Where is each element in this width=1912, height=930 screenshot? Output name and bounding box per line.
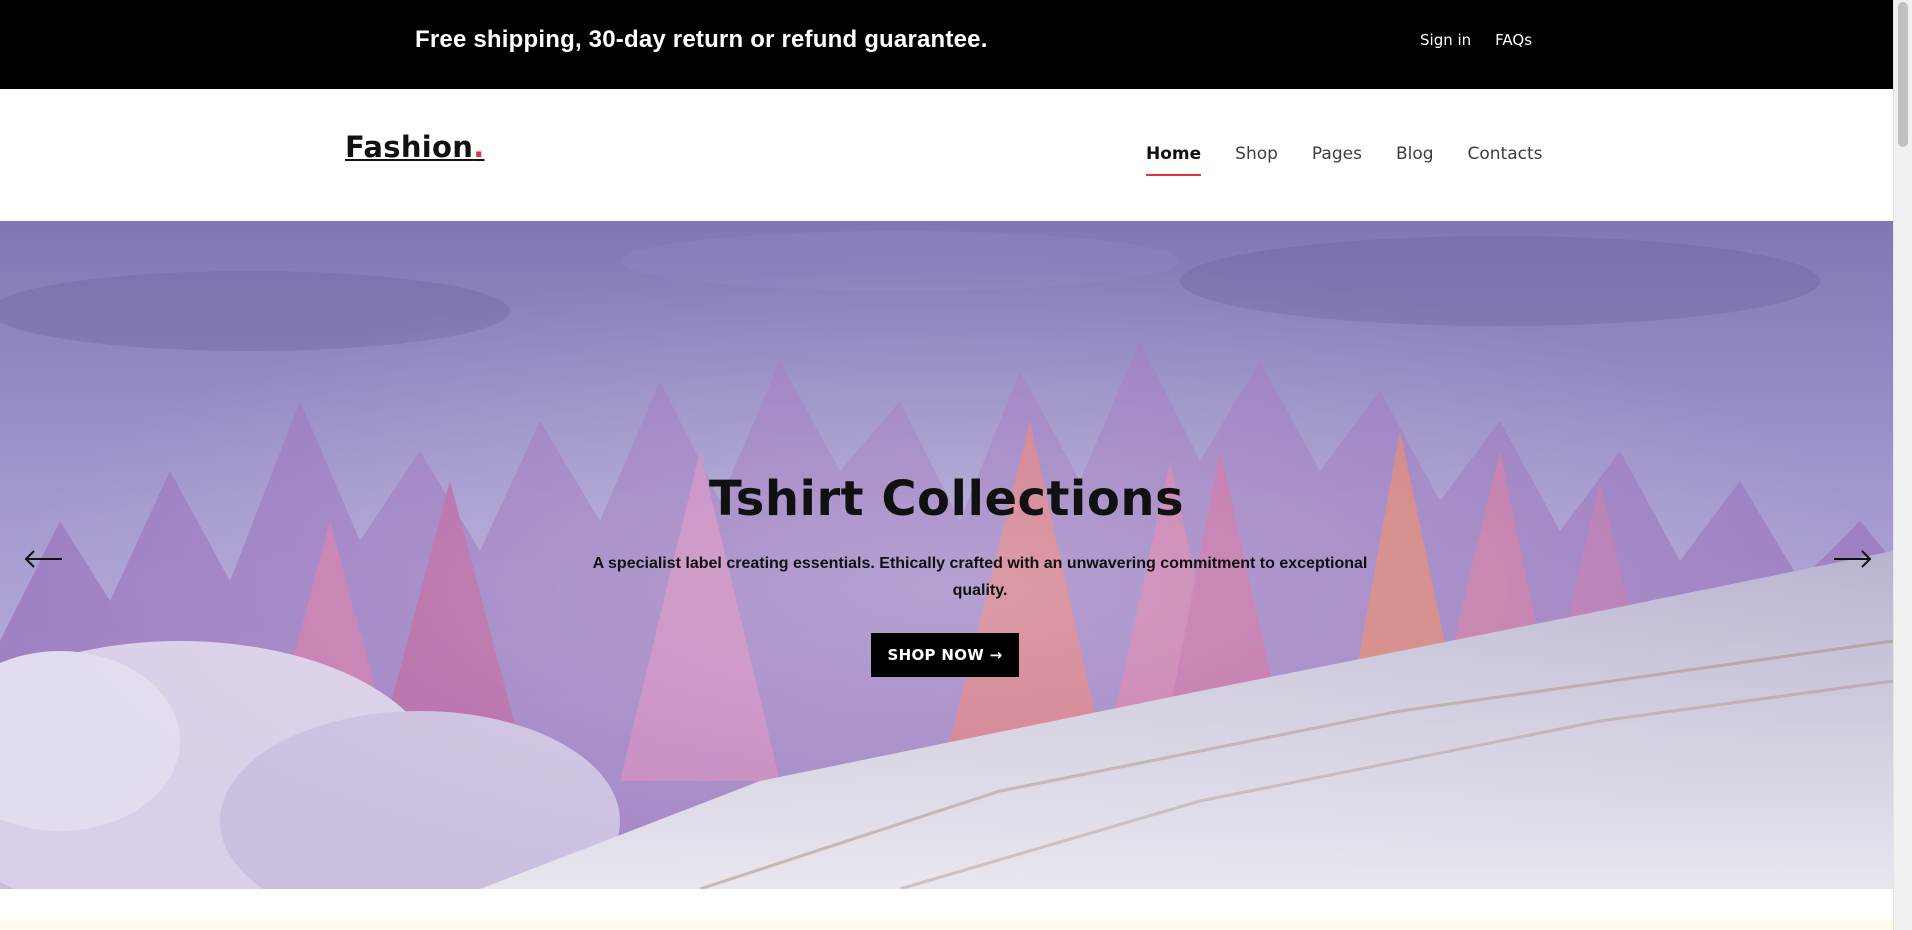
next-slide-arrow-icon[interactable]: [1830, 547, 1874, 571]
announcement-bar: Free shipping, 30-day return or refund g…: [0, 0, 1893, 89]
shipping-message: Free shipping, 30-day return or refund g…: [415, 26, 988, 53]
nav-item-contacts[interactable]: Contacts: [1468, 144, 1543, 176]
shop-now-button[interactable]: SHOP NOW →: [871, 633, 1019, 677]
prev-slide-arrow-icon[interactable]: [22, 547, 66, 571]
next-section-strip: [0, 920, 1893, 930]
hero-title: Tshirt Collections: [708, 471, 1185, 527]
nav-item-blog[interactable]: Blog: [1396, 144, 1434, 176]
faqs-link[interactable]: FAQs: [1495, 31, 1532, 49]
logo-dot: .: [473, 130, 485, 164]
sign-in-link[interactable]: Sign in: [1420, 31, 1471, 49]
nav-item-home[interactable]: Home: [1146, 144, 1202, 176]
account-links: Sign in FAQs: [1420, 31, 1532, 49]
hero-description: A specialist label creating essentials. …: [592, 555, 1368, 599]
main-nav: Home Shop Pages Blog Contacts: [1146, 144, 1543, 176]
site-header: Fashion. Home Shop Pages Blog Contacts: [0, 89, 1893, 221]
scrollbar-thumb[interactable]: [1898, 2, 1908, 147]
logo-text: Fashion: [345, 130, 474, 164]
hero-slider: Tshirt Collections A specialist label cr…: [0, 221, 1893, 889]
site-logo[interactable]: Fashion.: [345, 130, 485, 164]
nav-item-shop[interactable]: Shop: [1235, 144, 1278, 176]
nav-item-pages[interactable]: Pages: [1312, 144, 1362, 176]
page-scrollbar[interactable]: [1893, 0, 1912, 930]
